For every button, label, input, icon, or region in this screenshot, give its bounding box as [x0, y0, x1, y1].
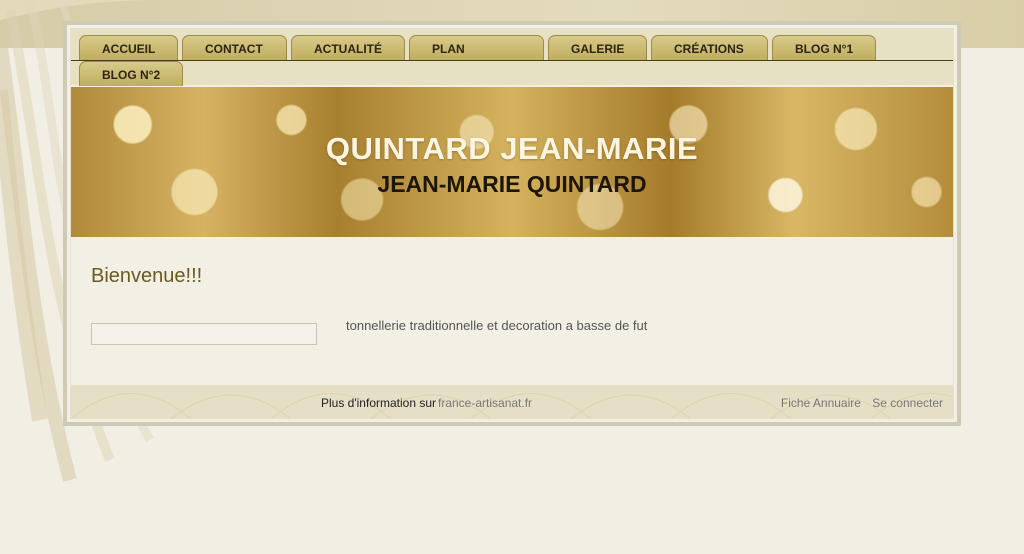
france-artisanat-link[interactable]: france-artisanat.fr — [438, 396, 532, 410]
footer-info-text: Plus d'information sur — [321, 396, 437, 410]
tab-actualite[interactable]: ACTUALITÉ — [291, 35, 405, 60]
se-connecter-link[interactable]: Se connecter — [872, 396, 943, 410]
business-description: tonnellerie traditionnelle et decoration… — [346, 318, 648, 333]
header-banner: QUINTARD JEAN-MARIE JEAN-MARIE QUINTARD — [71, 87, 953, 237]
page-frame: ACCUEIL CONTACT ACTUALITÉ PLAN GALERIE C… — [63, 21, 961, 426]
fiche-annuaire-link[interactable]: Fiche Annuaire — [781, 396, 861, 410]
tab-contact[interactable]: CONTACT — [182, 35, 287, 60]
site-title: QUINTARD JEAN-MARIE — [325, 131, 699, 166]
tab-accueil[interactable]: ACCUEIL — [79, 35, 178, 60]
tab-plan[interactable]: PLAN — [409, 35, 544, 60]
tab-galerie[interactable]: GALERIE — [548, 35, 647, 60]
nav-divider — [71, 60, 953, 61]
tab-blog-1[interactable]: BLOG N°1 — [772, 35, 876, 60]
footer-bar: Plus d'information sur france-artisanat.… — [71, 385, 953, 419]
tab-creations[interactable]: CRÉATIONS — [651, 35, 768, 60]
tab-blog-2[interactable]: BLOG N°2 — [79, 61, 183, 86]
footer-right-links: Fiche Annuaire Se connecter — [773, 396, 943, 410]
main-navigation: ACCUEIL CONTACT ACTUALITÉ PLAN GALERIE C… — [71, 29, 953, 86]
welcome-heading: Bienvenue!!! — [91, 265, 203, 287]
empty-input-box[interactable] — [91, 323, 317, 345]
site-subtitle: JEAN-MARIE QUINTARD — [377, 171, 647, 197]
